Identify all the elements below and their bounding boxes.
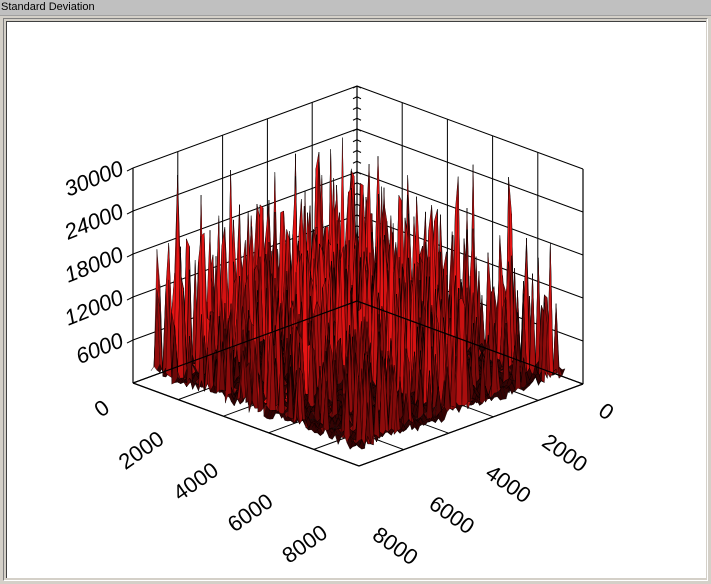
surface-plot: 6000120001800024000300000200040006000800…: [60, 85, 619, 570]
wall-grid-line: [132, 85, 358, 169]
tick-mark: [126, 339, 134, 344]
window-title: Standard Deviation: [1, 1, 95, 13]
tick-mark: [126, 296, 134, 301]
wall-grid-line: [356, 85, 584, 170]
wall-grid-line: [356, 128, 584, 213]
tick-mark: [126, 167, 134, 172]
tick-mark: [126, 210, 134, 215]
tick-mark: [126, 253, 134, 258]
title-bar: Standard Deviation: [0, 0, 711, 16]
plot-area: 6000 12000 18000 24000 30000 0 2000 4000 6000 800…: [6, 21, 706, 578]
surface-facet: [553, 303, 560, 379]
surface-mesh: [150, 137, 566, 450]
wall-grid-line: [132, 128, 358, 212]
z-tick-label: 6000: [72, 327, 127, 369]
